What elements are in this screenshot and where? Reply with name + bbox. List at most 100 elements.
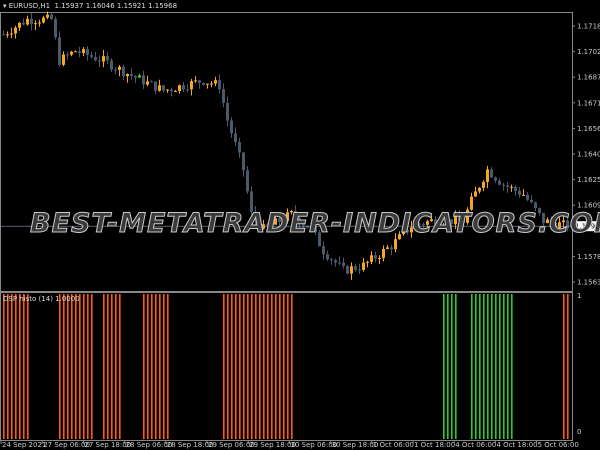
candle-body bbox=[202, 82, 205, 85]
candle-body bbox=[482, 181, 485, 188]
candle-body bbox=[342, 262, 345, 267]
mt4-chart-window[interactable]: 1.17180 1.17025 1.16870 1.16715 1.16560 1.164… bbox=[0, 0, 600, 450]
histogram-bar-down bbox=[15, 294, 17, 439]
candle-body bbox=[142, 75, 145, 85]
candle-body bbox=[194, 80, 197, 82]
price-label: 1.16715 bbox=[577, 99, 600, 107]
candle-body bbox=[530, 199, 533, 203]
histogram-bar-down bbox=[87, 294, 89, 439]
indicator-axis-label: 1 bbox=[577, 292, 581, 300]
candle-body bbox=[98, 60, 101, 62]
histogram-bar-down bbox=[143, 294, 145, 439]
histogram-bar-up bbox=[491, 294, 493, 439]
candle-body bbox=[182, 85, 185, 90]
histogram-bar-down bbox=[563, 294, 565, 439]
candle-body bbox=[518, 190, 521, 195]
time-label: 5 Oct 06:00 bbox=[538, 441, 579, 449]
candle-body bbox=[30, 18, 33, 24]
candle-body bbox=[514, 186, 517, 191]
candle-body bbox=[154, 81, 157, 91]
time-label: 24 Sep 2021 bbox=[2, 441, 46, 449]
histogram-bar-down bbox=[287, 294, 289, 439]
histogram-bar-down bbox=[91, 294, 93, 439]
candle-body bbox=[474, 191, 477, 197]
candle-body bbox=[522, 194, 525, 196]
candle-body bbox=[166, 89, 169, 91]
candle-body bbox=[118, 66, 121, 70]
histogram-bar-up bbox=[475, 294, 477, 439]
histogram-bar-down bbox=[235, 294, 237, 439]
candle-body bbox=[134, 75, 137, 78]
candle-body bbox=[14, 27, 17, 34]
histogram-bar-down bbox=[263, 294, 265, 439]
candle-body bbox=[2, 34, 5, 36]
histogram-bar-up bbox=[447, 294, 449, 439]
histogram-bar-up bbox=[479, 294, 481, 439]
candle-body bbox=[70, 51, 73, 55]
histogram-bar-down bbox=[159, 294, 161, 439]
chart-title: ▾ EURUSD,H1 1.15937 1.16046 1.15921 1.15… bbox=[3, 2, 177, 10]
candle-body bbox=[386, 247, 389, 249]
histogram-bar-down bbox=[71, 294, 73, 439]
histogram-bar-down bbox=[163, 294, 165, 439]
histogram-bar-up bbox=[443, 294, 445, 439]
candle-body bbox=[378, 257, 381, 259]
histogram-bar-down bbox=[75, 294, 77, 439]
histogram-bar-down bbox=[3, 294, 5, 439]
candle-body bbox=[214, 80, 217, 84]
price-label: 1.15630 bbox=[577, 279, 600, 287]
candle-body bbox=[54, 18, 57, 38]
time-label: 4 Oct 06:00 bbox=[455, 441, 496, 449]
candle-body bbox=[146, 81, 149, 85]
price-label: 1.17180 bbox=[577, 23, 600, 31]
histogram-bar-up bbox=[455, 294, 457, 439]
candle-body bbox=[222, 89, 225, 103]
candle-body bbox=[382, 248, 385, 258]
candle-body bbox=[234, 133, 237, 143]
candle-body bbox=[326, 254, 329, 260]
histogram-bar-down bbox=[155, 294, 157, 439]
histogram-bar-down bbox=[223, 294, 225, 439]
histogram-bar-down bbox=[251, 294, 253, 439]
histogram-bar-down bbox=[107, 294, 109, 439]
histogram-bar-down bbox=[167, 294, 169, 439]
candle-body bbox=[346, 266, 349, 274]
histogram-bar-up bbox=[471, 294, 473, 439]
candle-body bbox=[58, 37, 61, 65]
histogram-bar-down bbox=[291, 294, 293, 439]
candle-body bbox=[6, 34, 9, 36]
histogram-bar-down bbox=[283, 294, 285, 439]
candle-body bbox=[366, 261, 369, 263]
histogram-bar-up bbox=[499, 294, 501, 439]
watermark: BEST-METATRADER-INDICATORS.COM bbox=[30, 208, 600, 240]
candle-body bbox=[190, 81, 193, 90]
histogram-bar-down bbox=[103, 294, 105, 439]
candle-body bbox=[38, 22, 41, 24]
histogram-bar-down bbox=[231, 294, 233, 439]
candle-body bbox=[354, 266, 357, 270]
candle-body bbox=[126, 74, 129, 77]
candle-body bbox=[22, 22, 25, 25]
candle-body bbox=[218, 80, 221, 90]
histogram-bar-down bbox=[255, 294, 257, 439]
histogram-bar-down bbox=[23, 294, 25, 439]
histogram-bar-down bbox=[567, 294, 569, 439]
candle-body bbox=[498, 180, 501, 185]
candle-body bbox=[66, 54, 69, 56]
price-label: 1.16560 bbox=[577, 125, 600, 133]
price-label: 1.16870 bbox=[577, 74, 600, 82]
price-label: 1.16250 bbox=[577, 176, 600, 184]
time-label: 1 Oct 18:00 bbox=[414, 441, 455, 449]
histogram-bar-up bbox=[487, 294, 489, 439]
candle-body bbox=[26, 18, 29, 25]
candle-body bbox=[82, 49, 85, 54]
low-value: 1.15921 bbox=[116, 2, 146, 10]
candle-body bbox=[86, 49, 89, 56]
candle-body bbox=[238, 142, 241, 153]
candle-body bbox=[510, 186, 513, 188]
candle-body bbox=[390, 247, 393, 250]
candle-body bbox=[94, 56, 97, 61]
candle-body bbox=[10, 33, 13, 35]
open-value: 1.15937 bbox=[54, 2, 84, 10]
candle-body bbox=[374, 255, 377, 259]
